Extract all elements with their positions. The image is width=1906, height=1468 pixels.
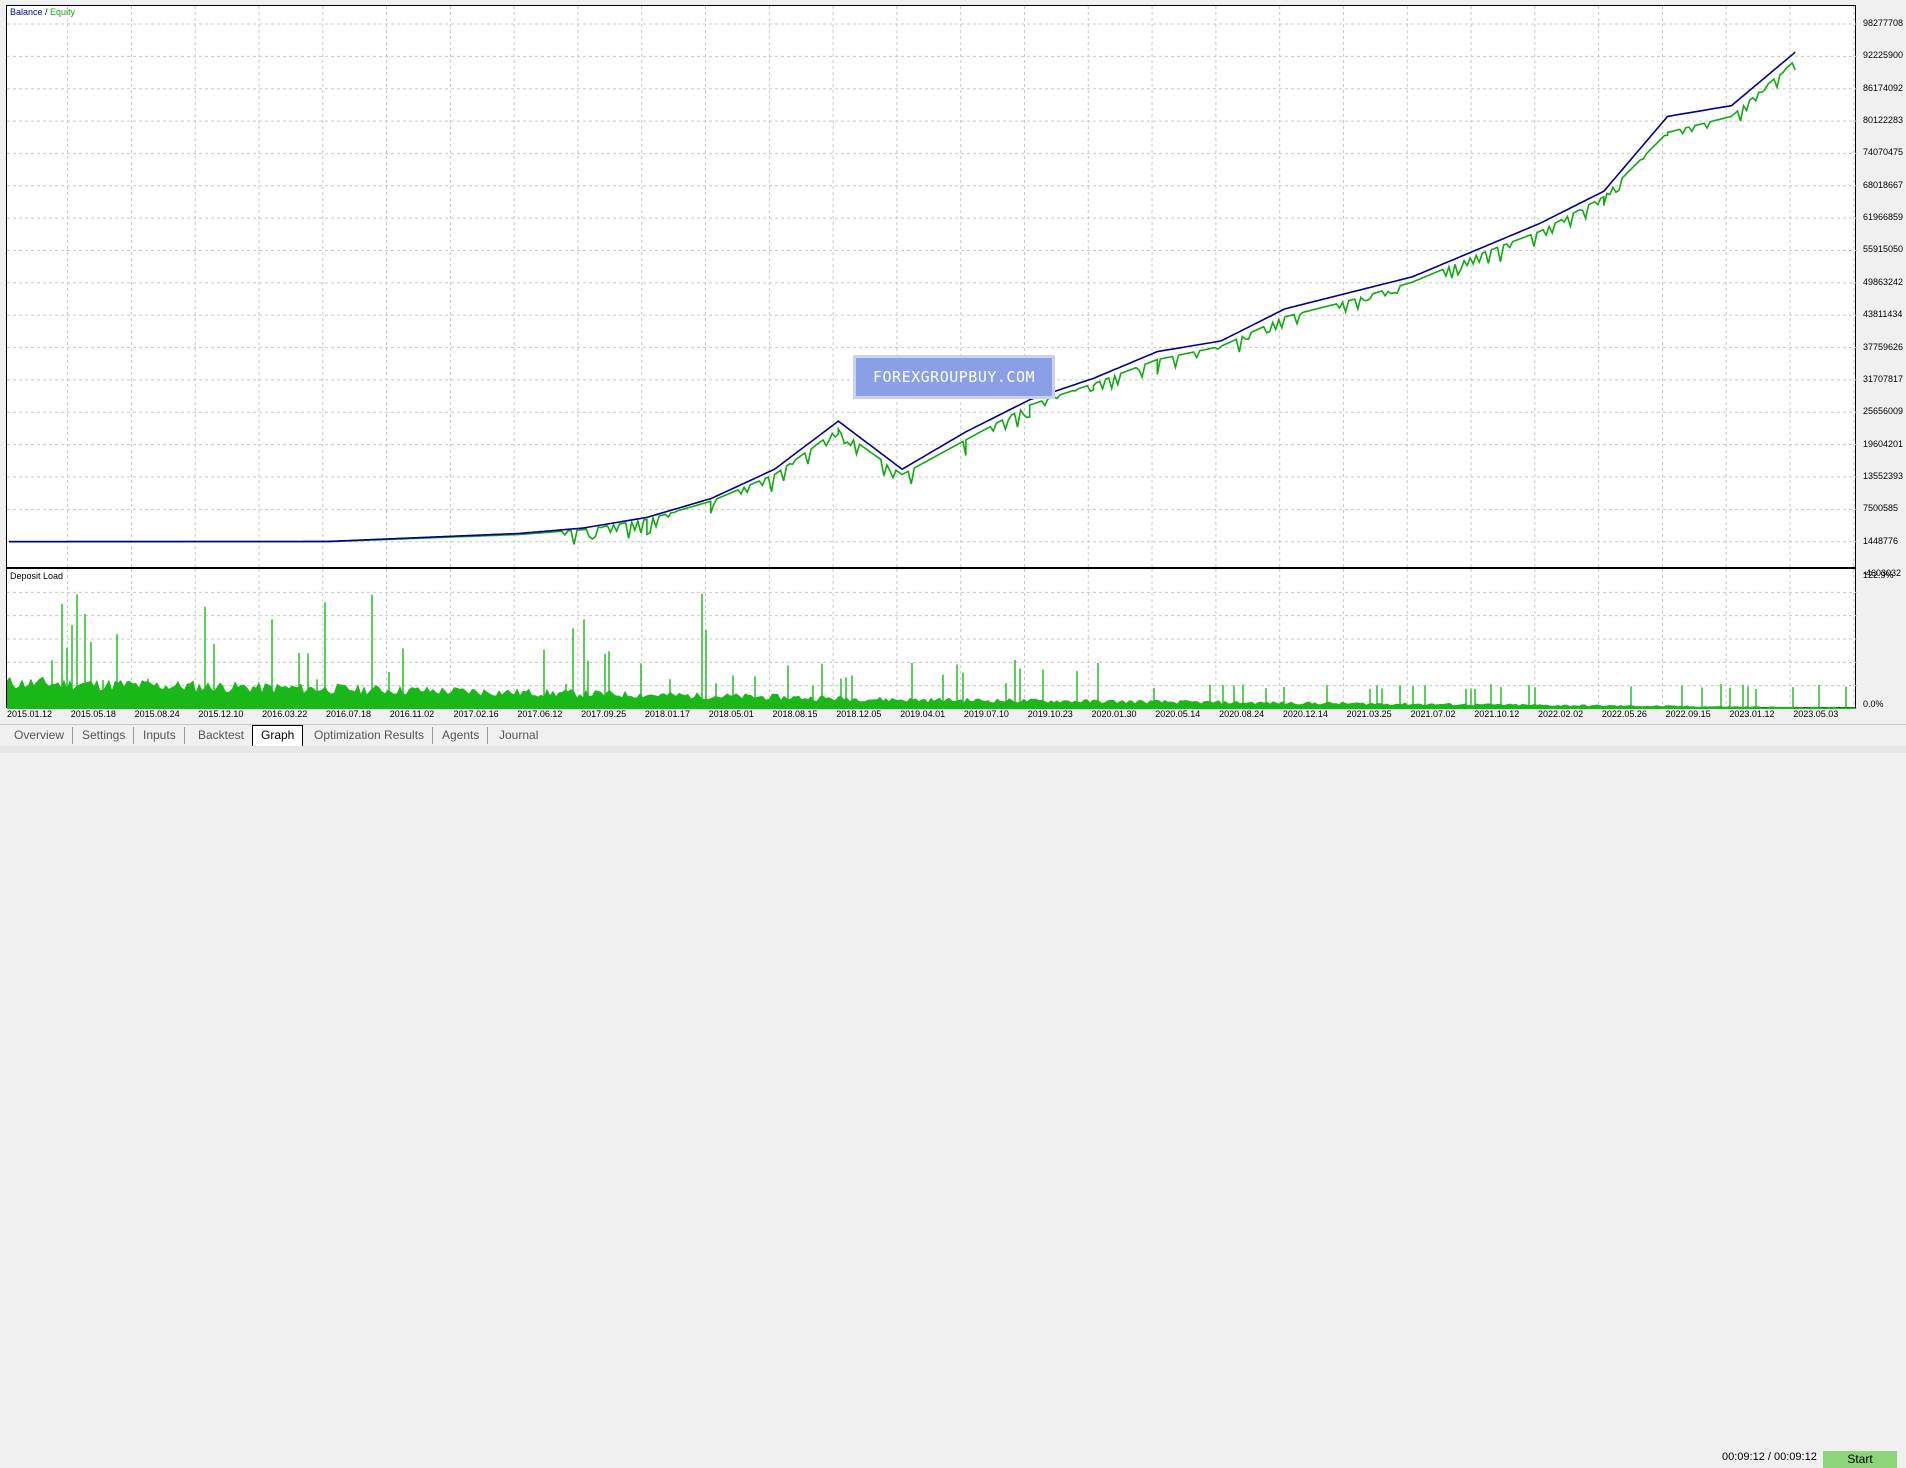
legend-equity: Equity (50, 7, 76, 17)
y-tick-label: 68018667 (1863, 179, 1904, 190)
y-tick-label: 19604201 (1863, 438, 1904, 449)
y-tick-label: 86174092 (1863, 82, 1904, 93)
x-tick-label: 2021.03.25 (1346, 709, 1392, 719)
y-tick-label: 37759626 (1863, 341, 1904, 352)
deposit-load-title: Deposit Load (10, 571, 64, 581)
tab-agents[interactable]: Agents (434, 727, 489, 744)
x-tick-label: 2021.07.02 (1410, 709, 1456, 719)
deposit-load-plot (7, 569, 1857, 709)
x-tick-label: 2023.05.03 (1793, 709, 1839, 719)
x-tick-label: 2016.11.02 (389, 709, 435, 719)
legend-separator: / (42, 7, 51, 17)
tab-inputs[interactable]: Inputs (135, 727, 185, 744)
legend-balance: Balance (10, 7, 43, 17)
deposit-load-area (7, 676, 1857, 709)
x-tick-label: 2023.01.12 (1729, 709, 1775, 719)
balance-line (9, 51, 1796, 543)
x-tick-label: 2018.01.17 (644, 709, 690, 719)
load-y-top-label: 122.9% (1863, 570, 1894, 580)
y-tick-label: 25656009 (1863, 406, 1904, 417)
x-tick-label: 2016.07.18 (325, 709, 371, 719)
x-tick-label: 2017.09.25 (581, 709, 627, 719)
y-tick-label: 31707817 (1863, 373, 1904, 384)
x-tick-label: 2018.08.15 (772, 709, 818, 719)
y-tick-label: 98277708 (1863, 18, 1904, 28)
tab-overview[interactable]: Overview (6, 727, 74, 744)
tab-backtest[interactable]: Backtest (190, 727, 252, 744)
x-tick-label: 2022.05.26 (1601, 709, 1647, 719)
y-tick-label: 92225900 (1863, 50, 1904, 61)
x-axis-labels: 2015.01.12 2015.05.18 2015.08.24 2015.12.10… (6, 709, 1856, 722)
x-tick-label: 2022.02.02 (1538, 709, 1584, 719)
x-tick-label: 2020.05.14 (1155, 709, 1201, 719)
y-tick-label: 13552393 (1863, 470, 1904, 481)
x-tick-label: 2015.01.12 (7, 709, 53, 719)
x-tick-label: 2021.10.12 (1474, 709, 1520, 719)
tab-graph[interactable]: Graph (252, 725, 304, 746)
x-tick-label: 2015.05.18 (70, 709, 116, 719)
x-tick-label: 2018.05.01 (708, 709, 754, 719)
x-tick-label: 2015.08.24 (134, 709, 180, 719)
y-tick-label: 61966859 (1863, 212, 1904, 223)
window-bottom-edge (0, 746, 1906, 753)
tester-tabs-bar: Overview Settings Inputs Backtest Graph … (0, 724, 1906, 1468)
y-tick-label: 55915050 (1863, 244, 1904, 255)
balance-equity-chart: Balance / Equity 98277708 92225900 8617409… (6, 5, 1903, 578)
x-tick-label: 2019.04.01 (900, 709, 946, 719)
tab-journal[interactable]: Journal (491, 727, 546, 744)
tab-settings[interactable]: Settings (74, 727, 135, 744)
y-tick-label: 43811434 (1863, 309, 1903, 320)
load-y-bottom-label: 0.0% (1863, 699, 1884, 709)
y-tick-label: 74070475 (1863, 147, 1904, 158)
x-tick-label: 2020.01.30 (1091, 709, 1137, 719)
y-tick-label: 49863242 (1863, 276, 1904, 287)
x-tick-label: 2017.06.12 (517, 709, 563, 719)
balance-equity-plot (7, 6, 1857, 569)
y-tick-label: 1448776 (1863, 535, 1899, 546)
x-tick-label: 2022.09.15 (1665, 709, 1711, 719)
y-tick-label: 80122283 (1863, 115, 1904, 126)
x-tick-label: 2017.02.16 (453, 709, 499, 719)
chart-legend: Balance / Equity (10, 7, 75, 18)
x-tick-label: 2019.07.10 (963, 709, 1009, 719)
equity-line (9, 61, 1796, 545)
x-tick-label: 2020.12.14 (1282, 709, 1328, 719)
x-tick-label: 2015.12.10 (198, 709, 244, 719)
watermark-banner: FOREXGROUPBUY.COM (853, 355, 1055, 399)
x-tick-label: 2020.08.24 (1219, 709, 1265, 719)
x-tick-label: 2018.12.05 (836, 709, 882, 719)
y-tick-label: 7500585 (1863, 503, 1899, 514)
y-axis-labels: 98277708 92225900 86174092 80122283 74070475… (1863, 6, 1906, 578)
start-button[interactable]: Start (1823, 1451, 1897, 1468)
x-tick-label: 2019.10.23 (1027, 709, 1073, 719)
tab-optimization-results[interactable]: Optimization Results (306, 727, 434, 744)
elapsed-timer: 00:09:12 / 00:09:12 (1722, 1451, 1817, 1463)
x-tick-label: 2016.03.22 (262, 709, 308, 719)
deposit-load-chart: Deposit Load 122.9% 0.0% (6, 568, 1894, 709)
